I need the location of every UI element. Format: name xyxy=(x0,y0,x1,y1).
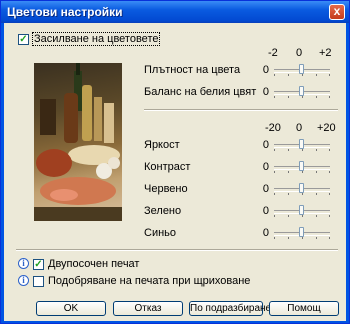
brightness-label: Яркост xyxy=(144,139,180,151)
slider-tick-mark xyxy=(288,171,289,173)
slider-tick-mark xyxy=(302,96,303,98)
slider-thumb[interactable] xyxy=(299,86,304,96)
group1-tick-mid: 0 xyxy=(296,47,303,59)
duplex-label: Двупосочен печат xyxy=(48,258,140,270)
green-value: 0 xyxy=(262,205,269,217)
slider-tick-mark xyxy=(288,193,289,195)
close-button[interactable]: x xyxy=(329,4,345,20)
slider-tick-mark xyxy=(288,74,289,76)
slider-tick-mark xyxy=(316,237,317,239)
slider-tick-mark xyxy=(329,215,330,217)
slider-tick-mark xyxy=(316,215,317,217)
window-title: Цветови настройки xyxy=(7,5,123,19)
red-value: 0 xyxy=(262,183,269,195)
slider-tick-mark xyxy=(302,237,303,239)
dither-checkbox[interactable]: Подобряване на печата при щриховане xyxy=(33,275,250,287)
checkbox-box[interactable] xyxy=(33,275,44,287)
slider-tick-mark xyxy=(288,149,289,151)
default-button[interactable]: По подразбиране xyxy=(189,301,271,316)
enhance-color-checkbox[interactable]: ✓ Засилване на цветовете xyxy=(18,32,161,46)
slider-tick-mark xyxy=(274,171,275,173)
slider-tick-mark xyxy=(329,149,330,151)
slider-tick-mark xyxy=(329,96,330,98)
slider-tick-mark xyxy=(274,193,275,195)
dialog-body: ✓ Засилване на цветовете -2 0 +2 Плътнос… xyxy=(4,23,346,321)
slider-tick-mark xyxy=(316,193,317,195)
blue-label: Синьо xyxy=(144,227,177,239)
slider-tick-mark xyxy=(302,74,303,76)
group2-tick-max: +20 xyxy=(317,122,336,134)
options-divider xyxy=(16,249,338,251)
slider-tick-mark xyxy=(274,96,275,98)
slider-tick-mark xyxy=(302,171,303,173)
duplex-info-icon[interactable]: i xyxy=(18,258,29,269)
cancel-button[interactable]: Отказ xyxy=(113,301,183,316)
preview-image xyxy=(34,63,122,221)
slider-thumb[interactable] xyxy=(299,161,304,171)
group2-tick-mid: 0 xyxy=(296,122,303,134)
slider-tick-mark xyxy=(288,237,289,239)
slider-tick-mark xyxy=(302,149,303,151)
duplex-checkbox[interactable]: ✓ Двупосочен печат xyxy=(33,258,139,270)
group2-tick-min: -20 xyxy=(265,122,281,134)
blue-value: 0 xyxy=(262,227,269,239)
blue-slider[interactable] xyxy=(274,227,330,239)
slider-tick-mark xyxy=(274,149,275,151)
slider-thumb[interactable] xyxy=(299,139,304,149)
slider-tick-mark xyxy=(329,74,330,76)
dither-label: Подобряване на печата при щриховане xyxy=(48,275,251,287)
dialog-window: Цветови настройки x ✓ Засилване на цвето… xyxy=(0,0,350,324)
brightness-value: 0 xyxy=(262,139,269,151)
white-balance-value: 0 xyxy=(262,86,269,98)
slider-tick-mark xyxy=(329,237,330,239)
title-bar[interactable]: Цветови настройки x xyxy=(1,1,349,23)
slider-tick-mark xyxy=(329,193,330,195)
help-button[interactable]: Помощ xyxy=(269,301,339,316)
slider-tick-mark xyxy=(274,215,275,217)
group-divider xyxy=(144,109,338,111)
slider-tick-mark xyxy=(288,215,289,217)
dither-info-icon[interactable]: i xyxy=(18,275,29,286)
slider-thumb[interactable] xyxy=(299,64,304,74)
slider-tick-mark xyxy=(316,171,317,173)
checkbox-box[interactable]: ✓ xyxy=(33,258,44,270)
slider-tick-mark xyxy=(288,96,289,98)
contrast-label: Контраст xyxy=(144,161,191,173)
slider-thumb[interactable] xyxy=(299,205,304,215)
color-density-label: Плътност на цвета xyxy=(144,64,241,76)
ok-button[interactable]: OK xyxy=(36,301,106,316)
color-density-slider[interactable] xyxy=(274,64,330,76)
contrast-value: 0 xyxy=(262,161,269,173)
brightness-slider[interactable] xyxy=(274,139,330,151)
slider-thumb[interactable] xyxy=(299,183,304,193)
slider-tick-mark xyxy=(316,74,317,76)
slider-thumb[interactable] xyxy=(299,227,304,237)
contrast-slider[interactable] xyxy=(274,161,330,173)
preview-image-art xyxy=(34,63,122,221)
red-label: Червено xyxy=(144,183,188,195)
green-label: Зелено xyxy=(144,205,182,217)
color-density-value: 0 xyxy=(262,64,269,76)
white-balance-slider[interactable] xyxy=(274,86,330,98)
slider-tick-mark xyxy=(316,149,317,151)
white-balance-label: Баланс на белия цвят xyxy=(144,86,257,98)
slider-tick-mark xyxy=(302,193,303,195)
group1-tick-max: +2 xyxy=(319,47,332,59)
green-slider[interactable] xyxy=(274,205,330,217)
slider-tick-mark xyxy=(316,96,317,98)
slider-tick-mark xyxy=(274,74,275,76)
slider-tick-mark xyxy=(302,215,303,217)
red-slider[interactable] xyxy=(274,183,330,195)
slider-tick-mark xyxy=(329,171,330,173)
group1-tick-min: -2 xyxy=(268,47,278,59)
enhance-color-label: Засилване на цветовете xyxy=(31,32,161,46)
checkbox-box[interactable]: ✓ xyxy=(18,33,29,45)
slider-tick-mark xyxy=(274,237,275,239)
